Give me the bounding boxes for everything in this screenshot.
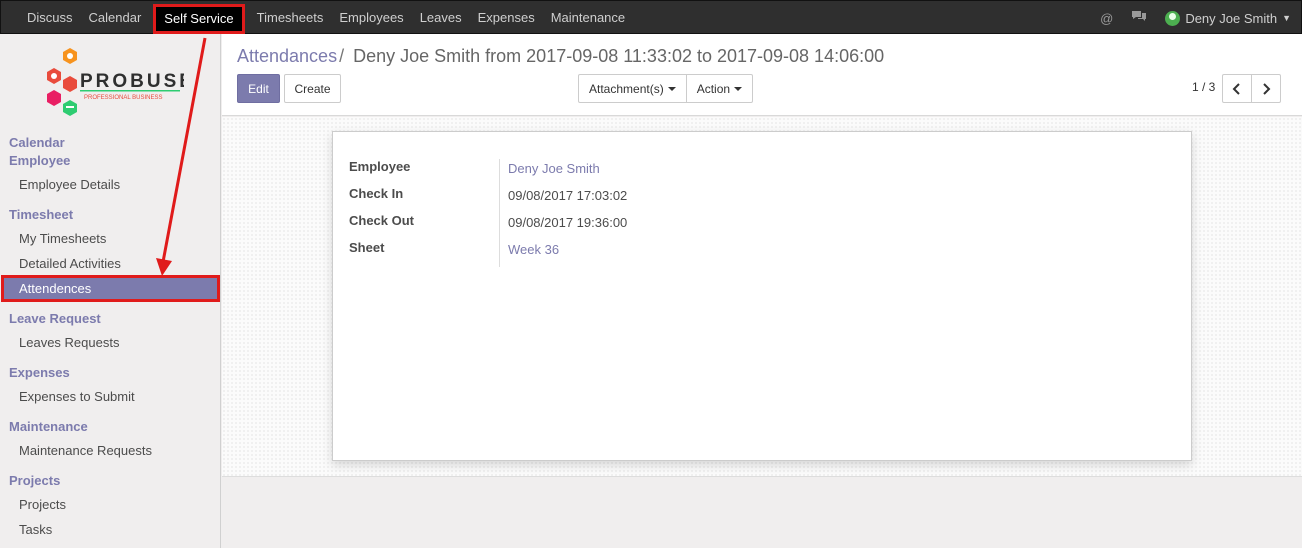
logo-tagline: PROFESSIONAL BUSINESS xyxy=(84,95,162,101)
form-view: Employee Deny Joe Smith Check In 09/08/2… xyxy=(222,117,1302,477)
employee-label: Employee xyxy=(349,159,411,174)
caret-down-icon xyxy=(734,86,743,91)
sidebar-item-employee-details[interactable]: Employee Details xyxy=(19,177,120,192)
field-divider xyxy=(499,159,500,267)
sheet-value[interactable]: Week 36 xyxy=(508,242,559,257)
systray: @ Deny Joe Smith ▼ xyxy=(1100,1,1301,35)
form-sheet: Employee Deny Joe Smith Check In 09/08/2… xyxy=(332,131,1192,461)
chat-icon[interactable] xyxy=(1131,10,1147,26)
chevron-left-icon xyxy=(1232,82,1240,95)
main-content: Attendances / Deny Joe Smith from 2017-09… xyxy=(222,34,1302,548)
sidebar-head-employee[interactable]: Employee xyxy=(9,153,70,168)
breadcrumb-current: Deny Joe Smith from 2017-09-08 11:33:02 … xyxy=(353,46,885,66)
edit-button[interactable]: Edit xyxy=(237,74,280,103)
nav-calendar[interactable]: Calendar xyxy=(81,1,150,35)
sidebar-item-tasks[interactable]: Tasks xyxy=(19,522,52,537)
attachments-dropdown[interactable]: Attachment(s) xyxy=(579,75,686,102)
pager-value: 1 / 3 xyxy=(1192,80,1216,94)
check-in-label: Check In xyxy=(349,186,404,201)
top-navbar: Discuss Calendar Self Service Timesheets… xyxy=(0,0,1302,34)
avatar xyxy=(1165,10,1181,26)
employee-value[interactable]: Deny Joe Smith xyxy=(508,161,600,176)
nav-timesheets[interactable]: Timesheets xyxy=(249,1,332,35)
logo-brand: PROBUSE xyxy=(80,71,184,92)
breadcrumb-separator: / xyxy=(339,46,345,66)
action-dropdown[interactable]: Action xyxy=(685,75,752,102)
user-name: Deny Joe Smith xyxy=(1185,10,1278,26)
action-label: Action xyxy=(696,81,731,96)
sidebar-head-projects[interactable]: Projects xyxy=(9,473,60,488)
create-button[interactable]: Create xyxy=(284,74,341,103)
check-out-label: Check Out xyxy=(349,213,415,228)
check-in-value: 09/08/2017 17:03:02 xyxy=(508,188,628,203)
sidebar-item-detailed-activities[interactable]: Detailed Activities xyxy=(19,256,121,271)
sheet-label: Sheet xyxy=(349,240,385,255)
nav-discuss[interactable]: Discuss xyxy=(1,1,81,35)
pager-previous-button[interactable] xyxy=(1222,74,1252,103)
sidebar-item-maintenance-requests[interactable]: Maintenance Requests xyxy=(19,443,152,458)
sidebar-item-projects[interactable]: Projects xyxy=(19,497,66,512)
sidebar-item-my-timesheets[interactable]: My Timesheets xyxy=(19,231,106,246)
breadcrumb-attendances[interactable]: Attendances xyxy=(237,46,337,66)
nav-self-service[interactable]: Self Service xyxy=(153,4,245,34)
sidebar-actions: Attachment(s) Action xyxy=(578,74,754,103)
pager-next-button[interactable] xyxy=(1251,74,1281,103)
sidebar-item-expenses-to-submit[interactable]: Expenses to Submit xyxy=(19,389,135,404)
sidebar-head-maintenance[interactable]: Maintenance xyxy=(9,419,88,434)
control-panel: Attendances / Deny Joe Smith from 2017-09… xyxy=(222,34,1302,116)
sidebar-head-expenses[interactable]: Expenses xyxy=(9,365,70,380)
chevron-down-icon: ▼ xyxy=(1282,13,1291,23)
sidebar-item-leaves-requests[interactable]: Leaves Requests xyxy=(19,335,119,350)
sidebar: PROBUSE PROFESSIONAL BUSINESS Calendar E… xyxy=(0,34,221,548)
user-menu[interactable]: Deny Joe Smith ▼ xyxy=(1165,10,1291,26)
breadcrumb: Attendances / Deny Joe Smith from 2017-09… xyxy=(237,46,884,67)
sidebar-head-calendar[interactable]: Calendar xyxy=(9,135,65,150)
check-out-value: 09/08/2017 19:36:00 xyxy=(508,215,628,230)
sidebar-item-attendences[interactable]: Attendences xyxy=(1,275,220,302)
sidebar-head-timesheet[interactable]: Timesheet xyxy=(9,207,73,222)
chevron-right-icon xyxy=(1263,82,1271,95)
sidebar-head-leave-request[interactable]: Leave Request xyxy=(9,311,101,326)
app-menu: Discuss Calendar Self Service Timesheets… xyxy=(1,1,633,35)
nav-maintenance[interactable]: Maintenance xyxy=(543,1,633,35)
nav-leaves[interactable]: Leaves xyxy=(412,1,470,35)
caret-down-icon xyxy=(667,86,676,91)
nav-employees[interactable]: Employees xyxy=(331,1,411,35)
mention-icon[interactable]: @ xyxy=(1100,11,1113,26)
attachments-label: Attachment(s) xyxy=(589,81,664,96)
company-logo: PROBUSE PROFESSIONAL BUSINESS xyxy=(44,46,192,122)
nav-expenses[interactable]: Expenses xyxy=(470,1,543,35)
